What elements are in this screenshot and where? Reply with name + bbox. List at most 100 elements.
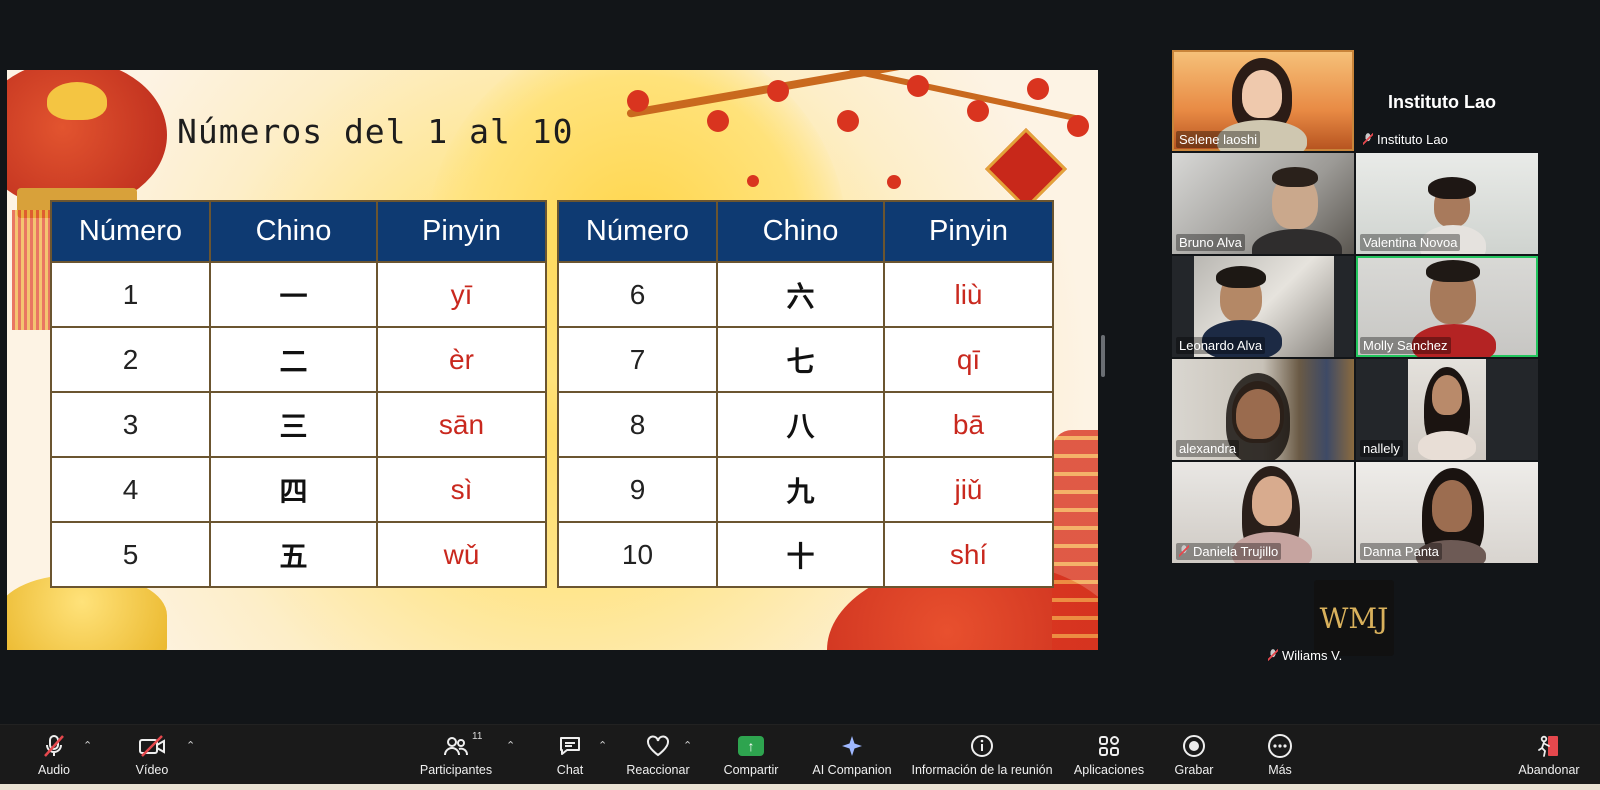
- flower-decoration: [1067, 115, 1089, 137]
- participant-name-label: Wiliams V.: [1268, 648, 1342, 663]
- participant-body: [1418, 431, 1476, 460]
- video-tile[interactable]: Bruno Alva: [1172, 153, 1354, 254]
- video-tile[interactable]: Valentina Novoa: [1356, 153, 1538, 254]
- table-row: 2 二 èr: [50, 326, 547, 393]
- react-label: Reaccionar: [626, 763, 690, 777]
- participant-name-label: Daniela Trujillo: [1176, 543, 1282, 560]
- video-tile[interactable]: Leonardo Alva: [1172, 256, 1354, 357]
- flower-decoration: [707, 110, 729, 132]
- participant-face: [1432, 480, 1472, 532]
- record-button[interactable]: Grabar: [1173, 733, 1215, 777]
- chinese-cell: 三: [209, 391, 378, 458]
- more-button[interactable]: Más: [1264, 733, 1296, 777]
- participant-name-label: alexandra: [1176, 440, 1240, 457]
- sparkle-icon: [810, 733, 894, 759]
- numbers-table-right: Número Chino Pinyin 6 六 liù 7 七 qī 8 八 b…: [557, 200, 1054, 588]
- pinyin-cell: qī: [883, 326, 1054, 393]
- participant-name-label: Selene laoshi: [1176, 131, 1261, 148]
- meeting-info-button[interactable]: Información de la reunión: [908, 733, 1056, 777]
- mic-muted-icon: [32, 733, 76, 759]
- chinese-cell: 九: [716, 456, 885, 523]
- table-header-row: Número Chino Pinyin: [557, 200, 1054, 263]
- pinyin-cell: liù: [883, 261, 1054, 328]
- participant-avatar-logo[interactable]: WMJ: [1314, 580, 1394, 656]
- participant-face: [1242, 70, 1282, 118]
- apps-label: Aplicaciones: [1073, 763, 1145, 777]
- video-tile[interactable]: Daniela Trujillo: [1172, 462, 1354, 563]
- table-row: 7 七 qī: [557, 326, 1054, 393]
- mic-muted-icon: [1268, 649, 1278, 661]
- leave-meeting-button[interactable]: Abandonar: [1516, 733, 1582, 777]
- column-header-chino: Chino: [209, 200, 378, 263]
- video-tile[interactable]: Selene laoshi: [1172, 50, 1354, 151]
- chinese-cell: 七: [716, 326, 885, 393]
- table-row: 1 一 yī: [50, 261, 547, 328]
- pinyin-cell: yī: [376, 261, 547, 328]
- pinyin-cell: sì: [376, 456, 547, 523]
- chat-options-caret-icon[interactable]: ⌃: [598, 739, 607, 752]
- flower-decoration: [967, 100, 989, 122]
- pinyin-cell: shí: [883, 521, 1054, 588]
- table-row: 10 十 shí: [557, 521, 1054, 588]
- video-tile[interactable]: Danna Panta: [1356, 462, 1538, 563]
- number-cell: 1: [50, 261, 211, 328]
- ai-companion-label: AI Companion: [812, 763, 892, 777]
- pinyin-cell: wǔ: [376, 521, 547, 588]
- leave-icon: [1516, 733, 1582, 759]
- video-options-caret-icon[interactable]: ⌃: [186, 739, 195, 752]
- participant-name-label: Molly Sanchez: [1360, 337, 1451, 354]
- participants-options-caret-icon[interactable]: ⌃: [506, 739, 515, 752]
- pattern-decoration: [1052, 430, 1098, 650]
- record-icon: [1173, 733, 1215, 759]
- participant-hair: [1216, 266, 1266, 288]
- splitter-handle[interactable]: [1101, 335, 1105, 377]
- audio-button[interactable]: Audio: [32, 733, 76, 777]
- chinese-cell: 二: [209, 326, 378, 393]
- audio-options-caret-icon[interactable]: ⌃: [83, 739, 92, 752]
- share-label: Compartir: [723, 763, 779, 777]
- share-screen-button[interactable]: ↑ Compartir: [721, 733, 781, 777]
- record-label: Grabar: [1174, 763, 1214, 777]
- number-cell: 4: [50, 456, 211, 523]
- column-header-chino: Chino: [716, 200, 885, 263]
- column-header-numero: Número: [557, 200, 718, 263]
- more-label: Más: [1268, 763, 1292, 777]
- react-button[interactable]: Reaccionar: [626, 733, 690, 777]
- participant-name-label: Instituto Lao: [1360, 131, 1451, 148]
- bottom-edge: [0, 784, 1600, 790]
- ai-companion-button[interactable]: AI Companion: [810, 733, 894, 777]
- participant-face: [1432, 375, 1462, 415]
- participants-button[interactable]: 11 Participantes: [416, 731, 496, 777]
- video-tile[interactable]: alexandra: [1172, 359, 1354, 460]
- flower-decoration: [887, 175, 901, 189]
- video-tile[interactable]: Instituto Lao: [1356, 50, 1538, 151]
- number-cell: 5: [50, 521, 211, 588]
- video-tile-active-speaker[interactable]: Molly Sanchez: [1356, 256, 1538, 357]
- video-tile[interactable]: nallely: [1356, 359, 1538, 460]
- heart-icon: [626, 733, 690, 759]
- chat-label: Chat: [556, 763, 584, 777]
- number-cell: 6: [557, 261, 718, 328]
- participants-label: Participantes: [419, 763, 493, 777]
- apps-icon: [1073, 733, 1145, 759]
- meeting-info-label: Información de la reunión: [911, 763, 1053, 777]
- pinyin-cell: bā: [883, 391, 1054, 458]
- chat-button[interactable]: Chat: [554, 733, 586, 777]
- react-options-caret-icon[interactable]: ⌃: [683, 739, 692, 752]
- flower-decoration: [767, 80, 789, 102]
- number-cell: 7: [557, 326, 718, 393]
- apps-button[interactable]: Aplicaciones: [1073, 733, 1145, 777]
- pinyin-cell: èr: [376, 326, 547, 393]
- participants-icon: 11: [416, 731, 496, 759]
- flower-decoration: [1027, 78, 1049, 100]
- video-button[interactable]: Vídeo: [132, 733, 172, 777]
- number-cell: 2: [50, 326, 211, 393]
- column-header-numero: Número: [50, 200, 211, 263]
- mic-muted-icon: [1179, 545, 1189, 557]
- slide-title: Números del 1 al 10: [177, 112, 574, 151]
- participant-name-label: Danna Panta: [1360, 543, 1442, 560]
- participant-hair: [1426, 260, 1480, 282]
- table-row: 5 五 wǔ: [50, 521, 547, 588]
- chinese-cell: 六: [716, 261, 885, 328]
- participant-name-label: Leonardo Alva: [1176, 337, 1266, 354]
